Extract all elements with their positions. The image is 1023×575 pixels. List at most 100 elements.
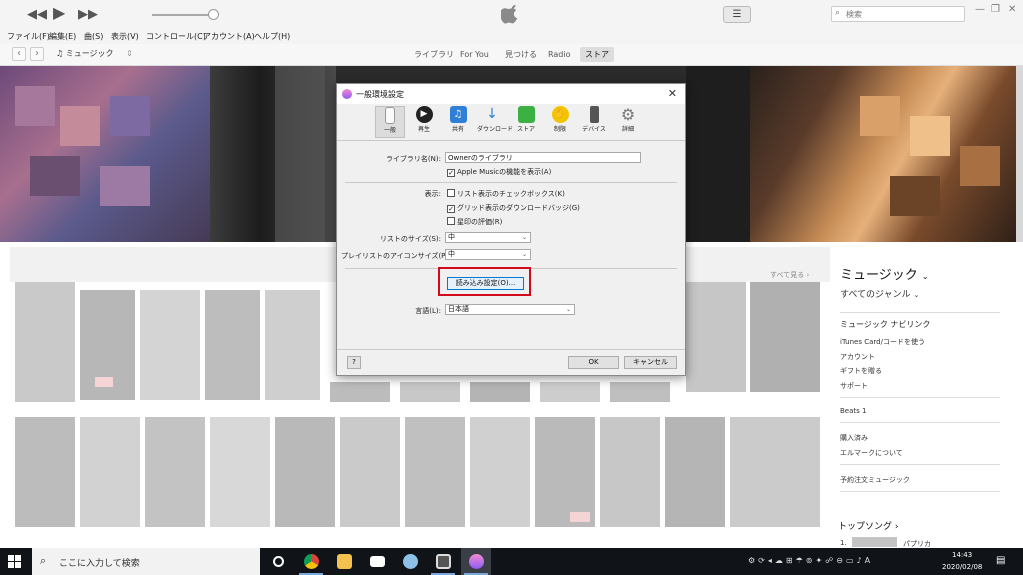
genre-label: すべてのジャンル <box>840 290 911 300</box>
search-icon: ⌕ <box>835 8 841 18</box>
language-value: 日本語 <box>448 305 469 313</box>
playlist-icon-size-select[interactable]: 中 ⌄ <box>445 249 531 260</box>
tab-devices[interactable]: デバイス <box>579 106 609 138</box>
genre-select[interactable]: すべてのジャンル ⌄ <box>840 287 919 300</box>
close-window-icon[interactable]: ✕ <box>1008 4 1016 15</box>
chevron-right-icon: › <box>894 522 899 532</box>
player-bar: ◀◀ ▶ ▶▶ ☰ ⌕ — ❐ ✕ <box>0 0 1023 30</box>
sidebar-link-beats1[interactable]: Beats 1 <box>840 407 866 415</box>
minimize-icon[interactable]: — <box>975 4 985 15</box>
sidebar-link-support[interactable]: サポート <box>840 381 868 391</box>
back-button[interactable]: ‹ <box>12 47 26 61</box>
divider <box>337 140 685 141</box>
media-kind-select[interactable]: ♫ ミュージック ⇕ <box>56 48 133 59</box>
help-button[interactable]: ? <box>347 356 361 369</box>
tab-sharing-label: 共有 <box>451 126 464 133</box>
tab-for-you[interactable]: For You <box>455 47 494 62</box>
menu-file[interactable]: ファイル(F) <box>7 31 50 42</box>
sharing-icon: ♫ <box>449 106 467 123</box>
volume-knob[interactable] <box>208 9 219 20</box>
media-kind-label: ミュージック <box>65 49 114 58</box>
library-name-input[interactable] <box>445 152 641 163</box>
chevron-down-icon: ⌄ <box>913 291 920 299</box>
apple-music-checkbox[interactable]: ✓ Apple Musicの機能を表示(A) <box>447 167 551 177</box>
chrome-icon <box>304 554 319 569</box>
close-icon[interactable]: ✕ <box>668 87 677 100</box>
star-rating-checkbox[interactable]: 星印の評価(R) <box>447 217 502 227</box>
switch-icon <box>385 107 395 124</box>
tab-advanced-label: 詳細 <box>621 126 634 133</box>
divider <box>337 349 685 350</box>
list-checkbox[interactable]: リスト表示のチェックボックス(K) <box>447 189 565 199</box>
sidebar-link-account[interactable]: アカウント <box>840 352 875 362</box>
list-size-select[interactable]: 中 ⌄ <box>445 232 531 243</box>
clock-date[interactable]: 2020/02/08 <box>942 563 982 571</box>
tab-devices-label: デバイス <box>582 126 606 133</box>
preferences-toolbar: 一般 ▶ 再生 ♫ 共有 ↓ ダウンロード ストア ✋ 制限 デバイス ⚙ 詳細 <box>375 104 685 138</box>
menu-song[interactable]: 曲(S) <box>84 31 103 42</box>
sidebar-link-preorder[interactable]: 予約注文ミュージック <box>840 475 910 485</box>
search-input[interactable] <box>846 8 962 20</box>
sidebar-title[interactable]: ミュージック ⌄ <box>840 264 929 283</box>
play-icon[interactable]: ▶ <box>53 5 65 21</box>
tab-restrictions[interactable]: ✋ 制限 <box>545 106 575 138</box>
chrome-button[interactable] <box>296 548 326 575</box>
cancel-button[interactable]: キャンセル <box>624 356 677 369</box>
tab-general[interactable]: 一般 <box>375 106 405 138</box>
list-view-button[interactable]: ☰ <box>723 6 751 23</box>
tab-downloads[interactable]: ↓ ダウンロード <box>477 106 513 138</box>
menu-view[interactable]: 表示(V) <box>111 31 139 42</box>
updown-icon: ⇕ <box>126 49 133 58</box>
divider <box>840 422 1000 423</box>
taskbar-search[interactable]: ⌕ ここに入力して検索 <box>32 548 260 575</box>
sidebar-link-redeem[interactable]: iTunes Card/コードを使う <box>840 337 925 347</box>
restore-icon[interactable]: ❐ <box>991 4 1000 15</box>
sidebar-link-purchased[interactable]: 購入済み <box>840 433 868 443</box>
divider <box>840 312 1000 313</box>
checkbox-checked-icon: ✓ <box>447 205 455 213</box>
forward-button[interactable]: › <box>30 47 44 61</box>
system-tray-icons[interactable]: ⚙⟳◂☁⊞☂⊚✦☍⊖▭♪A <box>748 556 873 565</box>
rewind-icon[interactable]: ◀◀ <box>27 7 47 23</box>
language-label: 言語(L): <box>415 307 441 315</box>
store-sidebar: ミュージック ⌄ すべてのジャンル ⌄ ミュージック ナビリンク iTunes … <box>830 242 1023 548</box>
tab-library[interactable]: ライブラリ <box>409 47 459 62</box>
divider <box>840 397 1000 398</box>
windows-start-icon[interactable] <box>8 555 21 568</box>
grid-badge-checkbox[interactable]: ✓ グリッド表示のダウンロードバッジ(G) <box>447 203 580 213</box>
device-icon <box>589 106 599 123</box>
mail-button[interactable] <box>362 548 392 575</box>
menu-help[interactable]: ヘルプ(H) <box>254 31 290 42</box>
sidebar-link-lmark[interactable]: エルマークについて <box>840 448 903 458</box>
clock-time[interactable]: 14:43 <box>952 551 972 559</box>
tab-store-prefs[interactable]: ストア <box>511 106 541 138</box>
star-rating-label: 星印の評価(R) <box>457 218 503 226</box>
language-select[interactable]: 日本語 ⌄ <box>445 304 575 315</box>
top-songs-title[interactable]: トップソング › <box>838 519 899 532</box>
grid-badge-label: グリッド表示のダウンロードバッジ(G) <box>457 204 580 212</box>
notification-icon[interactable]: ▤ <box>996 555 1005 566</box>
tab-sharing[interactable]: ♫ 共有 <box>443 106 473 138</box>
search-box[interactable]: ⌕ <box>831 6 965 22</box>
apple-logo-icon <box>501 4 518 24</box>
library-name-label: ライブラリ名(N): <box>385 155 441 163</box>
volume-slider[interactable] <box>152 14 214 16</box>
app-button[interactable] <box>428 548 458 575</box>
sidebar-link-gift[interactable]: ギフトを贈る <box>840 366 882 376</box>
tab-browse[interactable]: 見つける <box>500 47 542 62</box>
ok-button[interactable]: OK <box>568 356 619 369</box>
fast-forward-icon[interactable]: ▶▶ <box>78 7 98 23</box>
tab-playback[interactable]: ▶ 再生 <box>409 106 439 138</box>
tab-radio[interactable]: Radio <box>543 47 575 62</box>
tab-advanced[interactable]: ⚙ 詳細 <box>613 106 643 138</box>
photos-button[interactable] <box>395 548 425 575</box>
menu-controls[interactable]: コントロール(C) <box>146 31 206 42</box>
tab-store[interactable]: ストア <box>580 47 614 62</box>
explorer-button[interactable] <box>329 548 359 575</box>
restrictions-icon: ✋ <box>551 106 569 123</box>
see-all-link[interactable]: すべて見る › <box>770 270 809 280</box>
menu-account[interactable]: アカウント(A) <box>203 31 255 42</box>
task-view-button[interactable] <box>263 548 293 575</box>
itunes-button[interactable] <box>461 548 491 575</box>
menu-edit[interactable]: 編集(E) <box>49 31 76 42</box>
